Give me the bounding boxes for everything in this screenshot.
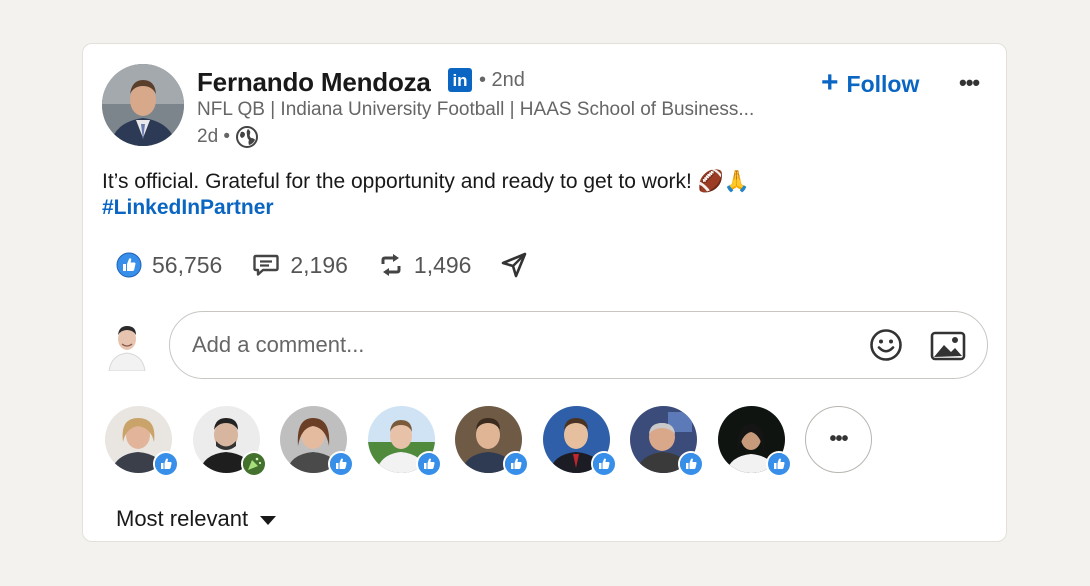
reactor-avatar[interactable] bbox=[367, 406, 442, 477]
send-icon bbox=[501, 252, 527, 278]
like-icon bbox=[765, 451, 792, 477]
globe-icon bbox=[236, 126, 259, 148]
like-icon bbox=[678, 451, 704, 477]
send-button[interactable] bbox=[501, 252, 527, 278]
reactor-avatar[interactable] bbox=[542, 406, 617, 477]
reactor-avatar[interactable] bbox=[717, 406, 792, 477]
repost-button[interactable]: 1,496 bbox=[378, 251, 472, 279]
comment-box bbox=[169, 311, 988, 379]
comment-button[interactable]: 2,196 bbox=[252, 252, 348, 279]
plus-icon: + bbox=[821, 66, 839, 99]
author-headline: NFL QB | Indiana University Football | H… bbox=[197, 99, 755, 120]
like-icon bbox=[116, 252, 142, 278]
reactor-avatar[interactable] bbox=[630, 406, 704, 477]
like-icon bbox=[503, 451, 529, 477]
emoji-icon[interactable] bbox=[869, 328, 903, 362]
reactors-row: ••• bbox=[105, 406, 893, 477]
hashtag-link[interactable]: #LinkedInPartner bbox=[102, 196, 274, 220]
linkedin-badge-icon: in bbox=[448, 68, 472, 92]
sort-label: Most relevant bbox=[116, 506, 249, 531]
post-meta: 2d • bbox=[197, 125, 259, 149]
repost-count: 1,496 bbox=[413, 251, 472, 278]
reactor-avatar[interactable] bbox=[105, 406, 179, 477]
reactor-avatar[interactable] bbox=[192, 406, 267, 477]
comment-count: 2,196 bbox=[290, 251, 348, 278]
follow-label: Follow bbox=[846, 71, 920, 97]
image-icon[interactable] bbox=[930, 330, 966, 362]
comment-icon bbox=[252, 252, 280, 278]
celebrate-icon bbox=[240, 451, 267, 477]
comment-input[interactable] bbox=[192, 312, 832, 378]
author-name[interactable]: Fernando Mendoza bbox=[197, 67, 431, 98]
follow-button[interactable]: + Follow bbox=[821, 66, 920, 99]
reactor-avatar[interactable] bbox=[280, 406, 354, 477]
post-actions: 56,756 2,196 1,496 bbox=[116, 248, 557, 282]
repost-icon bbox=[378, 252, 404, 278]
post-card: Fernando Mendoza in • 2nd NFL QB | India… bbox=[82, 43, 1007, 542]
like-icon bbox=[153, 451, 179, 477]
post-text: It’s official. Grateful for the opportun… bbox=[102, 170, 751, 193]
caret-down-icon bbox=[260, 515, 277, 525]
author-avatar[interactable] bbox=[102, 64, 184, 146]
connection-degree: • 2nd bbox=[479, 69, 525, 91]
current-user-avatar[interactable] bbox=[105, 321, 149, 372]
like-button[interactable]: 56,756 bbox=[116, 252, 222, 279]
sort-dropdown[interactable]: Most relevant bbox=[116, 506, 277, 532]
more-options-button[interactable]: ••• bbox=[959, 70, 980, 96]
like-icon bbox=[415, 451, 442, 477]
like-icon bbox=[590, 451, 617, 477]
post-time: 2d • bbox=[197, 126, 231, 147]
more-icon: ••• bbox=[805, 406, 872, 473]
like-icon bbox=[328, 451, 354, 477]
like-count: 56,756 bbox=[152, 251, 223, 278]
reactor-avatar[interactable] bbox=[455, 406, 529, 477]
more-reactors-button[interactable]: ••• bbox=[805, 406, 872, 473]
